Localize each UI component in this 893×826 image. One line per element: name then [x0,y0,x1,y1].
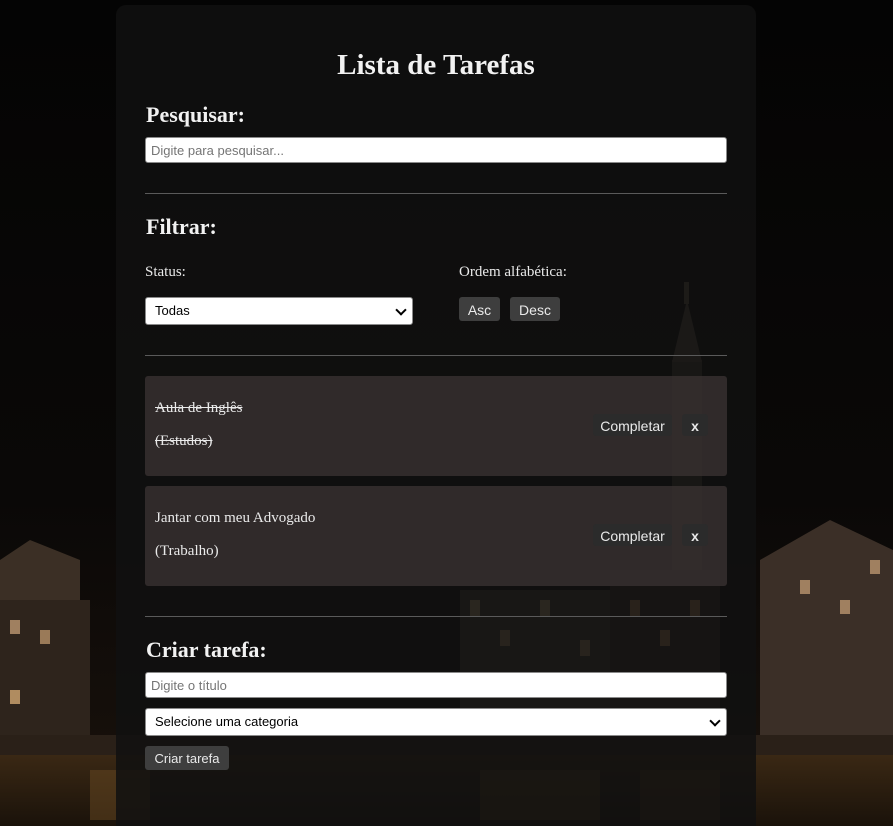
remove-button[interactable]: x [682,414,708,436]
create-task-button[interactable]: Criar tarefa [145,746,229,770]
remove-button[interactable]: x [682,524,708,546]
page-title: Lista de Tarefas [337,49,535,81]
chevron-down-icon [709,715,721,727]
filter-heading: Filtrar: [146,214,217,239]
task-title-input[interactable] [145,672,727,698]
todo-item: Aula de Inglês (Estudos) Completar x [145,376,727,476]
category-select-value: Selecione uma categoria [155,714,299,729]
todo-category: (Trabalho) [155,543,219,559]
status-select-value: Todas [155,303,190,318]
sort-asc-button[interactable]: Asc [459,297,500,321]
divider [145,355,727,356]
status-label: Status: [145,264,186,280]
search-heading: Pesquisar: [146,102,245,127]
todo-title: Jantar com meu Advogado [155,510,316,526]
search-input[interactable] [145,137,727,163]
status-select[interactable]: Todas [145,297,413,325]
sort-desc-button[interactable]: Desc [510,297,560,321]
divider [145,193,727,194]
chevron-down-icon [395,304,407,316]
complete-button[interactable]: Completar [593,524,672,546]
todo-category: (Estudos) [155,433,213,449]
todo-app-panel: Lista de Tarefas Pesquisar: Filtrar: Sta… [116,5,756,826]
todo-title: Aula de Inglês [155,400,243,416]
create-heading: Criar tarefa: [146,637,267,662]
complete-button[interactable]: Completar [593,414,672,436]
sort-label: Ordem alfabética: [459,264,567,280]
category-select[interactable]: Selecione uma categoria [145,708,727,736]
divider [145,616,727,617]
todo-item: Jantar com meu Advogado (Trabalho) Compl… [145,486,727,586]
